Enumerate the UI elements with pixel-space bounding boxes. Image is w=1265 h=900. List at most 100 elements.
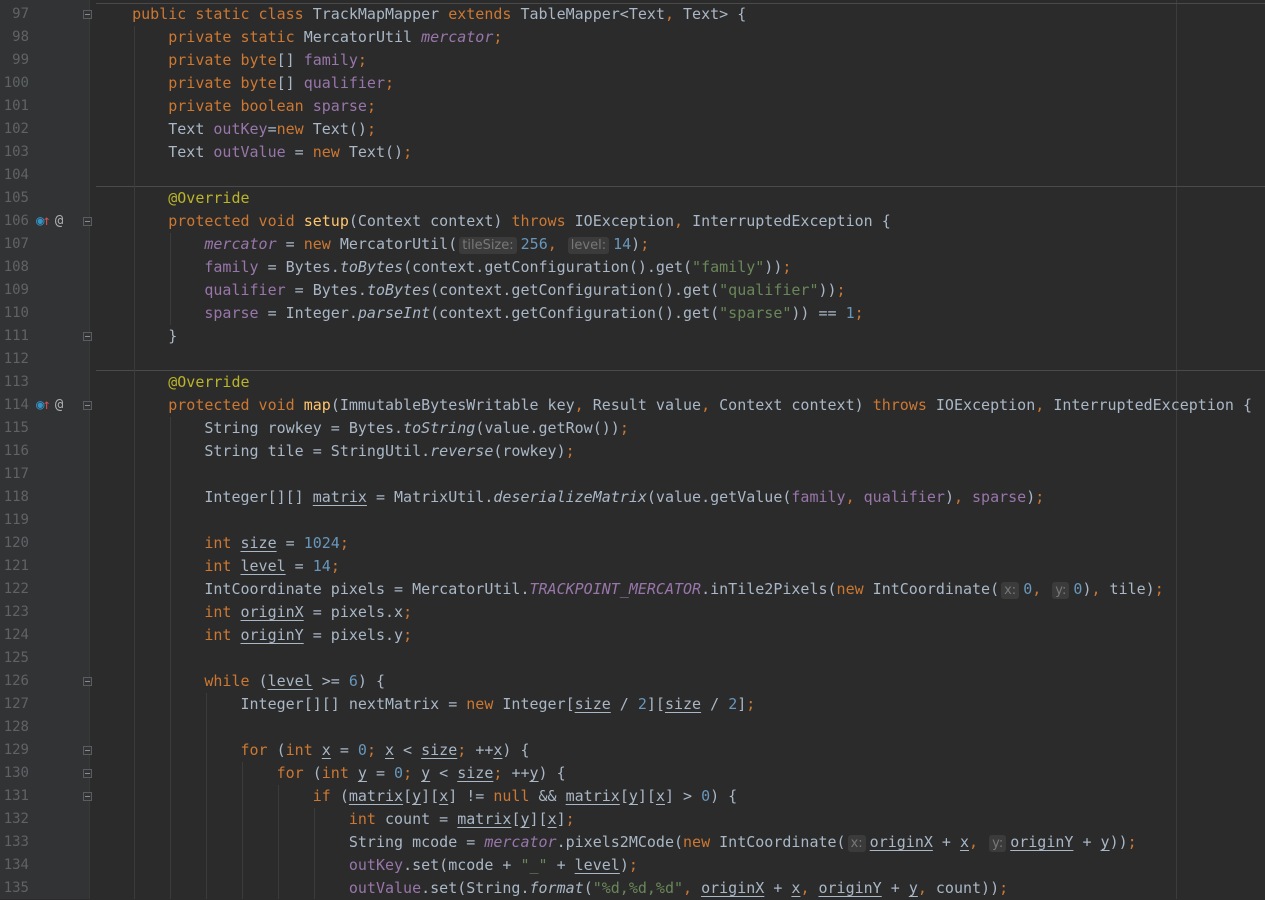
fold-toggle-icon[interactable] [83,217,92,226]
line-number: 102 [3,121,29,137]
fold-toggle-icon[interactable] [83,769,92,778]
code-line[interactable]: int level = 14; [96,555,340,578]
keyword: , [969,833,988,851]
fold-toggle-icon[interactable] [83,677,92,686]
code-text: String rowkey = Bytes. [204,419,404,437]
field-ref: family [791,488,846,506]
annotation-icon[interactable]: @ [55,213,63,229]
code-text: (context.getConfiguration().get( [430,281,720,299]
code-line[interactable]: Integer[][] matrix = MatrixUtil.deserial… [96,486,1044,509]
code-text: (Context context) [348,212,512,230]
code-line[interactable]: private byte[] qualifier; [96,72,394,95]
code-line[interactable]: for (int y = 0; y < size; ++y) { [96,762,566,785]
code-line[interactable]: private boolean sparse; [96,95,376,118]
keyword: , [1091,580,1110,598]
code-line[interactable]: if (matrix[y][x] != null && matrix[y][x]… [96,785,737,808]
keyword: , [683,879,702,897]
reassigned-variable: y [357,764,367,782]
keyword: new [303,235,340,253]
keyword: ; [403,764,422,782]
code-text: tile) [1109,580,1155,598]
code-line[interactable]: } [96,325,177,348]
code-line[interactable]: protected void map(ImmutableBytesWritabl… [96,394,1252,417]
code-line[interactable]: int originY = pixels.y; [96,624,412,647]
number-literal: 0 [701,787,711,805]
keyword: ; [403,626,413,644]
keyword: ; [366,97,376,115]
reassigned-variable: originY [240,626,304,644]
code-text: (value.getValue( [646,488,792,506]
code-text: ][ [421,787,440,805]
number-literal: 14 [312,557,331,575]
code-line[interactable]: String mcode = mercator.pixels2MCode(new… [96,831,1137,854]
static-field-ref: mercator [204,235,277,253]
reassigned-variable: matrix [348,787,404,805]
code-line[interactable]: String tile = StringUtil.reverse(rowkey)… [96,440,575,463]
code-line[interactable]: family = Bytes.toBytes(context.getConfig… [96,256,791,279]
reassigned-variable: y [529,764,539,782]
reassigned-variable: size [240,534,277,552]
code-text: IntCoordinate( [872,580,1000,598]
keyword: ; [565,442,575,460]
reassigned-variable: x [321,741,331,759]
code-line[interactable]: outValue.set(String.format("%d,%d,%d", o… [96,877,1008,900]
code-text: = Bytes. [285,281,367,299]
field-ref: outValue [213,143,286,161]
fold-toggle-icon[interactable] [83,746,92,755]
keyword: private byte [168,74,277,92]
fold-toggle-icon[interactable] [83,10,92,19]
code-line[interactable]: mercator = new MercatorUtil(tileSize: 256… [96,233,649,256]
line-number: 135 [3,880,29,896]
keyword: ; [836,281,846,299]
string-literal: "_" [520,856,548,874]
override-icon[interactable]: ◉↑ [36,397,51,413]
keyword: ; [330,557,340,575]
code-text: ( [583,879,593,897]
code-line[interactable]: @Override [96,187,249,210]
code-line[interactable]: Text outValue = new Text(); [96,141,412,164]
static-method-call: reverse [430,442,494,460]
code-line[interactable]: Integer[][] nextMatrix = new Integer[siz… [96,693,756,716]
code-line[interactable]: outKey.set(mcode + "_" + level); [96,854,638,877]
code-line[interactable]: while (level >= 6) { [96,670,385,693]
code-line[interactable]: sparse = Integer.parseInt(context.getCon… [96,302,863,325]
code-text: = [276,534,304,552]
fold-toggle-icon[interactable] [83,332,92,341]
keyword: ; [628,856,638,874]
code-text: )) [764,258,783,276]
method-separator [96,186,1265,187]
code-line[interactable]: qualifier = Bytes.toBytes(context.getCon… [96,279,846,302]
code-line[interactable]: @Override [96,371,249,394]
number-literal: 1024 [303,534,340,552]
code-text: (context.getConfiguration().get( [403,258,693,276]
line-number: 100 [3,75,29,91]
line-number: 109 [3,282,29,298]
code-line[interactable]: for (int x = 0; x < size; ++x) { [96,739,530,762]
line-number: 116 [3,443,29,459]
number-literal: 6 [348,672,358,690]
code-line[interactable]: Text outKey=new Text(); [96,118,376,141]
code-line[interactable]: private static MercatorUtil mercator; [96,26,502,49]
keyword: throws [872,396,936,414]
code-line[interactable]: public static class TrackMapMapper exten… [96,3,746,26]
annotation-icon[interactable]: @ [55,397,63,413]
keyword: ; [1154,580,1164,598]
code-line[interactable]: String rowkey = Bytes.toString(value.get… [96,417,628,440]
code-text: Text() [312,120,367,138]
field-ref: qualifier [863,488,945,506]
code-text: ( [312,764,322,782]
field-ref: outValue [348,879,422,897]
code-text: ) [944,488,954,506]
code-line[interactable]: int originX = pixels.x; [96,601,412,624]
line-number: 117 [3,466,29,482]
keyword: new [276,120,313,138]
code-line[interactable]: private byte[] family; [96,49,367,72]
code-line[interactable]: IntCoordinate pixels = MercatorUtil.TRAC… [96,578,1164,601]
code-line[interactable]: protected void setup(Context context) th… [96,210,891,233]
fold-toggle-icon[interactable] [83,792,92,801]
code-text: (value.getRow()) [475,419,620,437]
code-line[interactable]: int size = 1024; [96,532,349,555]
override-icon[interactable]: ◉↑ [36,213,51,229]
fold-toggle-icon[interactable] [83,401,92,410]
code-line[interactable]: int count = matrix[y][x]; [96,808,575,831]
